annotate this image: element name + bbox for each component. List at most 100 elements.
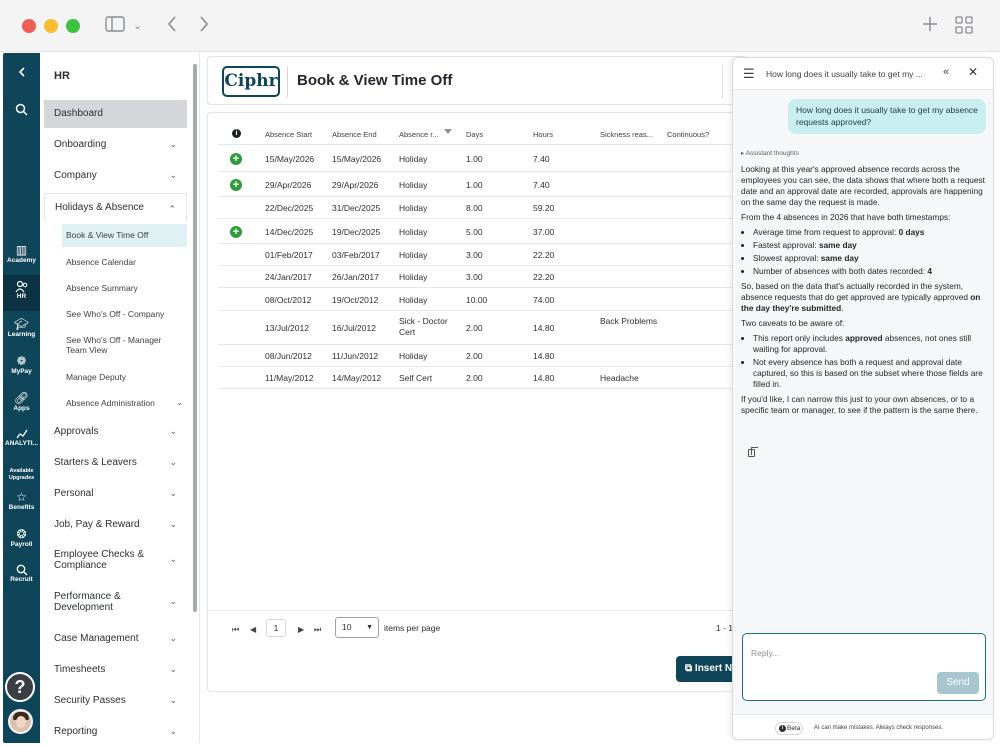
rail-item-analytics[interactable]: ANALYTI... <box>3 428 40 448</box>
add-icon[interactable]: + <box>230 178 242 191</box>
column-header-days[interactable]: Days <box>466 130 483 139</box>
nav-item-case-management[interactable]: Case Management ⌄ <box>44 633 187 644</box>
beta-badge[interactable]: i Beta <box>775 722 803 735</box>
page-header: Ciphr Book & View Time Off <box>207 56 747 105</box>
stat-value: same day <box>820 253 859 263</box>
table-row[interactable]: 11/May/2012 14/May/2012 Self Cert 2.00 14.80… <box>218 367 746 389</box>
window-zoom-button[interactable] <box>66 19 80 33</box>
rail-item-learning[interactable]: 🎓︎ Learning <box>3 317 40 339</box>
nav-item-approvals[interactable]: Approvals ⌄ <box>44 426 187 437</box>
cell-absence-reason: Self Cert <box>399 373 433 383</box>
table-row[interactable]: +15/May/2026 15/May/2026 Holiday 1.00 7.40 <box>218 146 746 172</box>
nav-item-performance[interactable]: Performance & Development ⌄ <box>44 591 187 613</box>
avatar[interactable] <box>8 709 33 734</box>
nav-item-timesheets[interactable]: Timesheets ⌄ <box>44 664 187 675</box>
menu-icon[interactable]: ☰ <box>743 66 755 82</box>
table-row[interactable]: 08/Jun/2012 11/Jun/2012 Holiday 2.00 14.80 <box>218 345 746 367</box>
forward-icon[interactable] <box>198 15 210 37</box>
column-header-absence-reason[interactable]: Absence r... <box>399 130 439 139</box>
rail-search-button[interactable] <box>3 103 40 116</box>
close-icon[interactable]: ✕ <box>968 65 978 79</box>
current-page[interactable]: 1 <box>266 619 286 637</box>
rail-item-apps[interactable]: 🔗︎ Apps <box>3 391 40 413</box>
items-per-page-select[interactable]: 10 ▼ <box>335 617 379 638</box>
table-row[interactable]: 22/Dec/2025 31/Dec/2025 Holiday 8.00 59.20 <box>218 197 746 219</box>
nav-item-personal[interactable]: Personal ⌄ <box>44 488 187 499</box>
first-page-button[interactable]: ⏮ <box>232 625 239 635</box>
nav-item-employee-checks[interactable]: Employee Checks & Compliance ⌄ <box>44 549 187 571</box>
table-row[interactable]: 24/Jan/2017 26/Jan/2017 Holiday 3.00 22.20 <box>218 266 746 288</box>
nav-sub-absence-administration[interactable]: Absence Administration ⌄ <box>62 398 187 408</box>
nav-sub-absence-calendar[interactable]: Absence Calendar <box>62 257 187 267</box>
nav-item-starters-leavers[interactable]: Starters & Leavers ⌄ <box>44 457 187 468</box>
nav-label: Personal <box>54 488 94 499</box>
nav-sub-absence-summary[interactable]: Absence Summary <box>62 283 187 293</box>
stats-list: Average time from request to approval: 0… <box>753 227 987 277</box>
rail-item-payroll[interactable]: ❂ Payroll <box>3 527 40 549</box>
cell-absence-reason: Holiday <box>399 250 428 260</box>
ciphr-logo[interactable]: Ciphr <box>222 66 280 97</box>
nav-scrollbar[interactable] <box>193 64 197 612</box>
copy-icon[interactable] <box>748 447 758 457</box>
nav-item-onboarding[interactable]: Onboarding ⌄ <box>44 139 187 150</box>
cell-sickness-reason: Back Problems <box>600 316 658 326</box>
add-icon[interactable]: + <box>230 225 242 238</box>
back-icon[interactable] <box>166 15 178 37</box>
table-row[interactable]: 01/Feb/2017 03/Feb/2017 Holiday 3.00 22.20 <box>218 244 746 266</box>
next-page-button[interactable]: ▶ <box>298 625 304 634</box>
column-header-absence-end[interactable]: Absence End <box>332 130 377 139</box>
answer-paragraph: From the 4 absences in 2026 that have bo… <box>741 212 951 222</box>
sidebar-toggle-icon[interactable] <box>105 16 125 36</box>
filter-icon[interactable] <box>444 129 452 134</box>
rail-back-button[interactable] <box>3 66 40 78</box>
rail-item-mypay[interactable]: ❁ MyPay <box>3 354 40 376</box>
send-button[interactable]: Send <box>937 672 979 694</box>
column-header-continuous[interactable]: Continuous? <box>667 130 709 139</box>
new-tab-icon[interactable] <box>921 15 939 37</box>
rail-item-hr[interactable]: HR <box>3 275 40 311</box>
cell-absence-reason: Holiday <box>399 294 428 305</box>
assistant-thoughts-toggle[interactable]: ▸ Assistant thoughts <box>741 149 799 157</box>
collapse-icon[interactable]: « <box>943 66 949 78</box>
rail-label: MyPay <box>11 368 32 375</box>
nav-item-security-passes[interactable]: Security Passes ⌄ <box>44 695 187 706</box>
table-row[interactable]: 13/Jul/2012 16/Jul/2012 Sick - Doctor Cert… <box>218 311 746 345</box>
cell-hours: 14.80 <box>533 351 555 361</box>
nav-sub-manage-deputy[interactable]: Manage Deputy <box>62 372 187 382</box>
cell-days: 8.00 <box>466 203 483 213</box>
insert-button-label: Insert N <box>694 663 733 674</box>
reply-input[interactable]: Reply... Send <box>742 633 986 701</box>
nav-sub-book-view-time-off[interactable]: Book & View Time Off <box>62 224 187 247</box>
table-row[interactable]: +14/Dec/2025 19/Dec/2025 Holiday 5.00 37.00 <box>218 219 746 244</box>
nav-sub-whos-off-manager[interactable]: See Who's Off - Manager Team View <box>62 335 172 355</box>
table-row[interactable]: +29/Apr/2026 29/Apr/2026 Holiday 1.00 7.40 <box>218 172 746 197</box>
nav-sub-whos-off-company[interactable]: See Who's Off - Company <box>62 309 187 319</box>
rail-item-recruit[interactable]: Recruit <box>3 564 40 584</box>
nav-item-company[interactable]: Company ⌄ <box>44 170 187 181</box>
window-close-button[interactable] <box>22 19 36 33</box>
tab-overview-icon[interactable] <box>955 16 973 38</box>
rail-label: Apps <box>13 405 30 412</box>
rail-item-upgrades[interactable]: Available Upgrades <box>3 468 40 481</box>
beta-label: Beta <box>787 725 801 732</box>
nav-item-holidays-absence[interactable]: Holidays & Absence ⌃ <box>44 193 187 221</box>
info-icon[interactable]: i <box>232 129 241 138</box>
window-minimize-button[interactable] <box>44 19 58 33</box>
nav-item-dashboard[interactable]: Dashboard <box>44 100 187 128</box>
chevron-down-icon[interactable]: ⌄ <box>133 16 142 36</box>
column-header-absence-start[interactable]: Absence Start <box>265 130 312 139</box>
nav-item-job-pay-reward[interactable]: Job, Pay & Reward ⌄ <box>44 519 187 530</box>
add-icon[interactable]: + <box>230 153 242 165</box>
last-page-button[interactable]: ⏭ <box>314 625 321 635</box>
chevron-down-icon: ⌄ <box>169 426 177 436</box>
previous-page-button[interactable]: ◀ <box>250 625 256 634</box>
rail-item-academy[interactable]: ▥ Academy <box>3 243 40 265</box>
table-row[interactable]: 08/Oct/2012 19/Oct/2012 Holiday 10.00 74.00 <box>218 288 746 311</box>
chevron-down-icon: ⌄ <box>169 519 177 529</box>
rail-item-benefits[interactable]: ☆ Benefits <box>3 490 40 512</box>
column-header-sickness-reason[interactable]: Sickness reas... <box>600 130 653 139</box>
nav-item-reporting[interactable]: Reporting ⌄ <box>44 726 187 737</box>
assistant-panel: ☰ How long does it usually take to get m… <box>732 57 994 740</box>
help-button[interactable]: ? <box>5 672 35 702</box>
column-header-hours[interactable]: Hours <box>533 130 553 139</box>
